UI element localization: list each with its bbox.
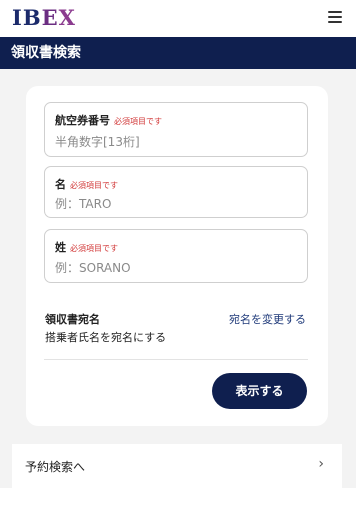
ticket-number-input[interactable]: 半角数字[13桁] xyxy=(55,133,140,150)
first-name-field[interactable]: 名必須項目です 例：TARO xyxy=(44,166,308,218)
change-addressee-link[interactable]: 宛名を変更する xyxy=(229,311,306,327)
last-name-field[interactable]: 姓必須項目です 例：SORANO xyxy=(44,229,308,283)
last-name-input[interactable]: 例：SORANO xyxy=(55,259,131,276)
hamburger-menu-icon[interactable] xyxy=(328,11,342,23)
last-name-label: 姓必須項目です xyxy=(55,241,118,254)
search-card: 航空券番号 必須項目です 半角数字[13桁] 名必須項目です 例：TARO 姓必須… xyxy=(26,86,328,426)
ticket-number-label: 航空券番号 必須項目です xyxy=(55,114,162,127)
reservation-search-link[interactable]: 予約検索へ › xyxy=(12,444,342,488)
chevron-right-icon: › xyxy=(318,456,324,472)
receipt-addressee-label: 領収書宛名 xyxy=(45,313,100,326)
first-name-input[interactable]: 例：TARO xyxy=(55,195,111,212)
ibex-logo[interactable]: IBEX xyxy=(12,6,76,30)
page-title: 領収書検索 xyxy=(11,45,81,61)
top-bar: IBEX xyxy=(0,0,356,37)
required-tag: 必須項目です xyxy=(70,244,118,253)
display-button[interactable]: 表示する xyxy=(212,373,307,409)
reservation-search-label: 予約検索へ xyxy=(25,460,86,474)
ticket-number-field[interactable]: 航空券番号 必須項目です 半角数字[13桁] xyxy=(44,102,308,157)
receipt-addressee-value: 搭乗者氏名を宛名にする xyxy=(45,331,167,344)
required-tag: 必須項目です xyxy=(70,181,118,190)
page-bottom xyxy=(0,488,356,517)
title-bar: 領収書検索 xyxy=(0,37,356,69)
first-name-label: 名必須項目です xyxy=(55,178,118,191)
divider xyxy=(44,359,308,360)
required-tag: 必須項目です xyxy=(114,117,162,126)
